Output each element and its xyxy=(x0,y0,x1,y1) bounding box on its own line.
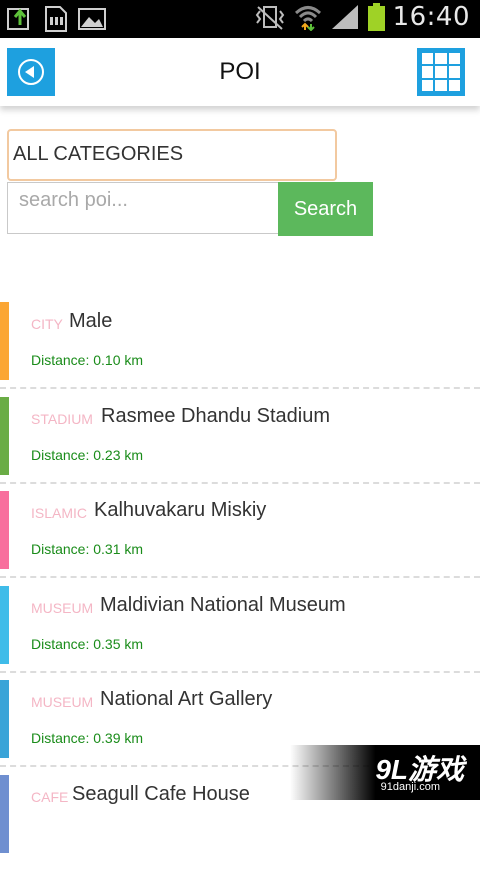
poi-category: ISLAMIC xyxy=(31,505,87,521)
poi-distance: Distance: 0.10 km xyxy=(31,352,143,368)
poi-category: CITY xyxy=(31,316,63,332)
upload-icon xyxy=(6,5,34,33)
watermark: 9L游戏 91danji.com xyxy=(290,745,480,800)
poi-distance: Distance: 0.39 km xyxy=(31,730,143,746)
category-color-bar xyxy=(0,302,9,380)
vibrate-icon xyxy=(254,3,286,31)
poi-category: CAFE xyxy=(31,789,68,805)
poi-name: Rasmee Dhandu Stadium xyxy=(101,405,330,428)
list-item[interactable]: CITY Male Distance: 0.10 km xyxy=(0,302,480,397)
list-item[interactable]: MUSEUM Maldivian National Museum Distanc… xyxy=(0,586,480,681)
poi-name: Kalhuvakaru Miskiy xyxy=(94,499,266,522)
grid-menu-button[interactable] xyxy=(417,48,465,96)
status-icons-right: 16:40 xyxy=(254,2,470,32)
image-icon xyxy=(78,5,106,33)
watermark-url: 91danji.com xyxy=(381,781,440,793)
category-color-bar xyxy=(0,680,9,758)
battery-icon xyxy=(368,3,385,31)
poi-distance: Distance: 0.23 km xyxy=(31,447,143,463)
list-item[interactable]: ISLAMIC Kalhuvakaru Miskiy Distance: 0.3… xyxy=(0,491,480,586)
status-icons-left xyxy=(6,5,106,33)
divider xyxy=(0,482,480,484)
poi-category: MUSEUM xyxy=(31,694,93,710)
search-button[interactable]: Search xyxy=(278,182,373,236)
poi-name: Maldivian National Museum xyxy=(100,594,346,617)
divider xyxy=(0,671,480,673)
category-color-bar xyxy=(0,775,9,853)
poi-name: National Art Gallery xyxy=(100,688,272,711)
divider xyxy=(0,387,480,389)
category-color-bar xyxy=(0,397,9,475)
list-item[interactable]: STADIUM Rasmee Dhandu Stadium Distance: … xyxy=(0,397,480,492)
signal-icon xyxy=(330,3,360,31)
poi-name: Seagull Cafe House xyxy=(72,783,250,806)
sd-card-icon xyxy=(44,5,68,33)
poi-category: MUSEUM xyxy=(31,600,93,616)
poi-name: Male xyxy=(69,310,112,333)
app-bar: POI xyxy=(0,38,480,106)
poi-category: STADIUM xyxy=(31,411,93,427)
page-title: POI xyxy=(0,58,480,86)
wifi-icon xyxy=(294,3,322,31)
category-color-bar xyxy=(0,491,9,569)
status-time: 16:40 xyxy=(393,2,470,32)
poi-distance: Distance: 0.31 km xyxy=(31,541,143,557)
grid-icon xyxy=(422,53,433,64)
category-select[interactable]: ALL CATEGORIES xyxy=(7,129,337,181)
status-bar: 16:40 xyxy=(0,0,480,38)
poi-distance: Distance: 0.35 km xyxy=(31,636,143,652)
category-color-bar xyxy=(0,586,9,664)
search-input[interactable]: search poi... xyxy=(7,182,278,234)
divider xyxy=(0,576,480,578)
